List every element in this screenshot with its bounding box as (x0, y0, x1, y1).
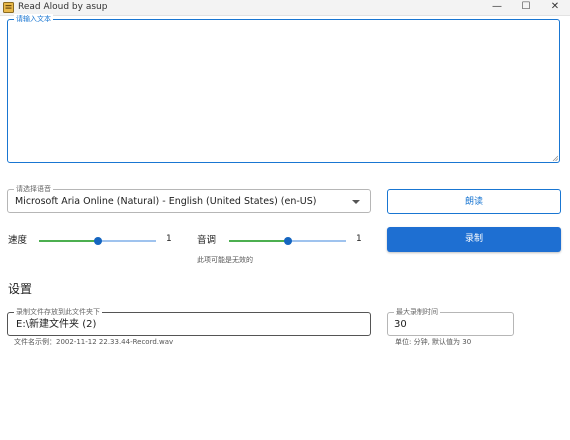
speed-slider-fill (39, 240, 98, 242)
speed-value: 1 (166, 234, 172, 244)
pitch-slider[interactable] (229, 237, 346, 245)
read-button[interactable]: 朗读 (387, 189, 561, 214)
max-duration-field[interactable]: 最大录制时间 30 (387, 307, 514, 336)
filename-example: 文件名示例：2002-11-12 22.33.44-Record.wav (14, 338, 174, 346)
maximize-button[interactable]: ☐ (513, 0, 539, 16)
title-bar: Read Aloud by asup — ☐ ✕ (0, 0, 570, 16)
pitch-slider-fill (229, 240, 288, 242)
pitch-note: 此项可能是无效的 (197, 256, 253, 264)
max-duration-hint: 单位: 分钟, 默认值为 30 (395, 338, 472, 346)
window-title: Read Aloud by asup (18, 2, 108, 12)
dropdown-caret-icon (352, 200, 360, 204)
text-input-label: 请输入文本 (14, 14, 53, 24)
speed-label: 速度 (8, 235, 28, 246)
voice-select[interactable]: 请选择语音 Microsoft Aria Online (Natural) - … (7, 184, 371, 213)
pitch-label: 音调 (197, 235, 217, 246)
pitch-value: 1 (356, 234, 362, 244)
resize-grip-icon[interactable] (552, 155, 558, 161)
speed-slider-thumb[interactable] (94, 237, 102, 245)
speed-slider[interactable] (39, 237, 156, 245)
minimize-button[interactable]: — (484, 0, 510, 16)
pitch-slider-thumb[interactable] (284, 237, 292, 245)
app-icon (3, 2, 14, 13)
voice-select-label: 请选择语音 (14, 184, 53, 194)
record-folder-label: 录制文件存放到此文件夹下 (14, 307, 102, 317)
record-folder-input[interactable]: E:\新建文件夹 (2) (16, 318, 96, 331)
settings-title: 设置 (8, 282, 33, 296)
max-duration-label: 最大录制时间 (394, 307, 440, 317)
record-folder-field[interactable]: 录制文件存放到此文件夹下 E:\新建文件夹 (2) (7, 307, 371, 336)
close-button[interactable]: ✕ (542, 0, 568, 16)
text-input[interactable] (10, 24, 557, 160)
max-duration-input[interactable]: 30 (394, 318, 407, 331)
voice-select-value: Microsoft Aria Online (Natural) - Englis… (15, 196, 317, 207)
text-input-field[interactable]: 请输入文本 (7, 14, 560, 163)
record-button[interactable]: 录制 (387, 227, 561, 252)
